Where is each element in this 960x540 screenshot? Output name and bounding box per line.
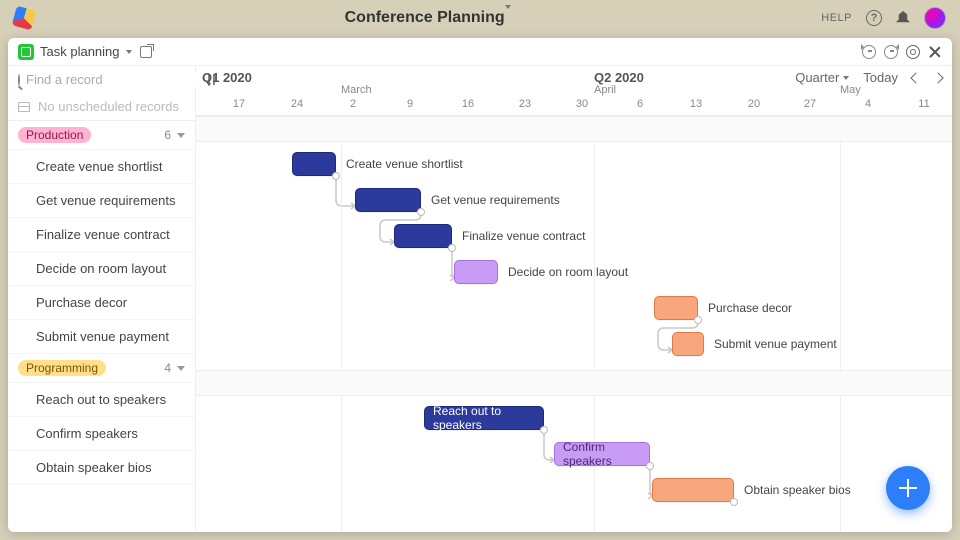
timeline-bar-label: Obtain speaker bios: [744, 483, 851, 497]
timeline-bar[interactable]: [654, 296, 698, 320]
month-label: April: [594, 84, 616, 96]
help-icon[interactable]: ?: [866, 10, 882, 26]
day-label: 24: [291, 98, 303, 110]
view-modal: Task planning No unscheduled records Pro…: [8, 38, 952, 532]
day-label: 17: [233, 98, 245, 110]
undo-icon[interactable]: [862, 45, 876, 59]
timeline-bar[interactable]: Confirm speakers: [554, 442, 650, 466]
day-label: 16: [462, 98, 474, 110]
day-label: 11: [918, 98, 929, 110]
timeline-bar[interactable]: [355, 188, 421, 212]
day-label: 23: [519, 98, 531, 110]
timeline-bar-label: Submit venue payment: [714, 337, 837, 351]
day-label: 30: [576, 98, 588, 110]
timeline-bar[interactable]: [652, 478, 734, 502]
task-row[interactable]: Finalize venue contract: [8, 218, 195, 252]
dependency-handle[interactable]: [730, 498, 738, 506]
group-header[interactable]: Production 6: [8, 121, 195, 150]
day-label: 20: [748, 98, 760, 110]
chevron-down-icon: [177, 133, 185, 138]
group-strip: [196, 370, 952, 396]
user-avatar[interactable]: [924, 7, 946, 29]
search-icon: [18, 74, 20, 86]
add-record-button[interactable]: [886, 466, 930, 510]
group-strip: [196, 116, 952, 142]
task-row[interactable]: Reach out to speakers: [8, 383, 195, 417]
timescale-selector[interactable]: Quarter: [795, 70, 849, 85]
task-row[interactable]: Confirm speakers: [8, 417, 195, 451]
prev-period-icon[interactable]: [910, 72, 921, 83]
search-input[interactable]: [26, 72, 202, 87]
month-label: March: [341, 84, 372, 96]
timeline-bar-label: Get venue requirements: [431, 193, 560, 207]
dependency-line: [336, 176, 355, 206]
timeline-view-icon: [18, 44, 34, 60]
chevron-down-icon: [177, 366, 185, 371]
dependency-line: [544, 430, 554, 460]
task-row[interactable]: Obtain speaker bios: [8, 451, 195, 485]
airtable-logo-icon[interactable]: [12, 6, 36, 30]
chevron-down-icon: [505, 5, 511, 26]
timeline-pane: Q1 2020 Q2 2020 March April May 17 24 2 9 16 23 3…: [196, 66, 952, 532]
group-count: 6: [164, 128, 171, 142]
day-label: 6: [637, 98, 643, 110]
help-link[interactable]: HELP: [821, 12, 852, 24]
next-period-icon[interactable]: [932, 72, 943, 83]
task-row[interactable]: Create venue shortlist: [8, 150, 195, 184]
timeline-bar[interactable]: [292, 152, 336, 176]
month-gridline: [840, 116, 841, 532]
timeline-bar-label: Create venue shortlist: [346, 157, 463, 171]
month-label: May: [840, 84, 861, 96]
task-row[interactable]: Get venue requirements: [8, 184, 195, 218]
day-label: 27: [804, 98, 816, 110]
view-switcher[interactable]: Task planning: [18, 44, 132, 60]
expand-view-icon[interactable]: [140, 46, 152, 58]
group-pill: Production: [18, 127, 91, 143]
grid-icon: [18, 102, 30, 112]
view-name: Task planning: [40, 44, 120, 59]
month-gridline: [594, 116, 595, 532]
quarter-label: Q2 2020: [594, 70, 644, 85]
today-button[interactable]: Today: [863, 70, 898, 85]
task-row[interactable]: Decide on room layout: [8, 252, 195, 286]
quarter-label: Q1 2020: [202, 70, 252, 85]
dependency-handle[interactable]: [417, 208, 425, 216]
timeline-header: Q1 2020 Q2 2020 March April May 17 24 2 9 16 23 3…: [196, 66, 952, 116]
redo-icon[interactable]: [884, 45, 898, 59]
settings-icon[interactable]: [906, 45, 920, 59]
day-label: 2: [350, 98, 356, 110]
dependency-handle[interactable]: [332, 172, 340, 180]
dependency-handle[interactable]: [448, 244, 456, 252]
unscheduled-records[interactable]: No unscheduled records: [8, 93, 195, 121]
timeline-bar-label: Purchase decor: [708, 301, 792, 315]
timeline-body[interactable]: Create venue shortlist Get venue requirem…: [196, 116, 952, 532]
task-row[interactable]: Purchase decor: [8, 286, 195, 320]
timeline-bar[interactable]: [672, 332, 704, 356]
timeline-bar[interactable]: [454, 260, 498, 284]
month-gridline: [341, 116, 342, 532]
timeline-bar[interactable]: Reach out to speakers: [424, 406, 544, 430]
chevron-down-icon: [843, 76, 849, 80]
timeline-bar-label: Decide on room layout: [508, 265, 628, 279]
group-pill: Programming: [18, 360, 106, 376]
group-header[interactable]: Programming 4: [8, 354, 195, 383]
view-header: Task planning: [8, 38, 952, 66]
notifications-icon[interactable]: [896, 11, 910, 25]
day-label: 13: [690, 98, 702, 110]
group-count: 4: [164, 361, 171, 375]
task-row[interactable]: Submit venue payment: [8, 320, 195, 354]
dependency-handle[interactable]: [646, 462, 654, 470]
chevron-down-icon: [126, 50, 132, 54]
record-sidebar: No unscheduled records Production 6 Create…: [8, 66, 196, 532]
day-label: 9: [407, 98, 413, 110]
dependency-handle[interactable]: [694, 316, 702, 324]
timeline-bar-label: Finalize venue contract: [462, 229, 585, 243]
close-icon[interactable]: [928, 45, 942, 59]
dependency-handle[interactable]: [540, 426, 548, 434]
timeline-bar[interactable]: [394, 224, 452, 248]
base-title[interactable]: Conference Planning: [34, 9, 821, 27]
day-label: 4: [865, 98, 871, 110]
